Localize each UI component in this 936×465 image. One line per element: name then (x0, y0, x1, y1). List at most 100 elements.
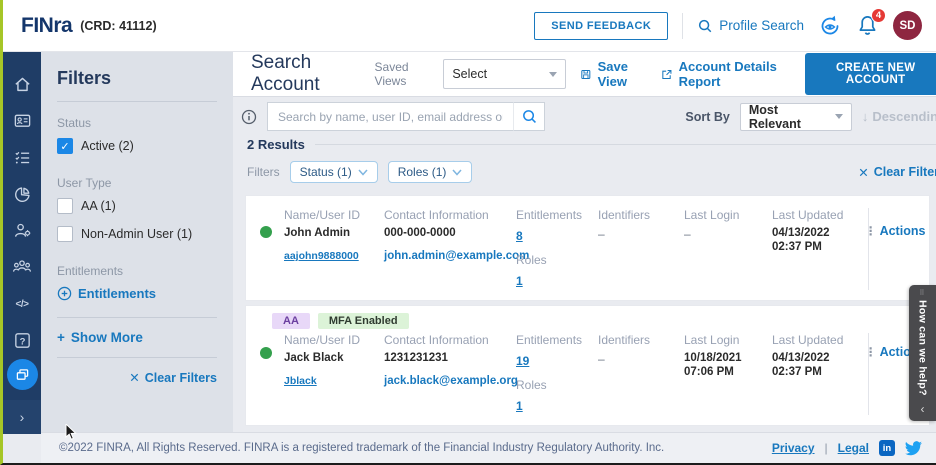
nav-home[interactable] (3, 66, 41, 103)
results-list: Name/User ID John Admin aajohn9888000 Co… (233, 193, 936, 426)
help-tab-label: How can we help? (917, 300, 929, 399)
profile-search-link[interactable]: Profile Search (697, 18, 804, 34)
show-more-link[interactable]: + Show More (57, 318, 217, 357)
status-active-checkbox-row[interactable]: ✓ Active (2) (57, 138, 217, 154)
entitlements-add-link[interactable]: Entitlements (57, 286, 217, 301)
last-updated-time: 02:37 PM (772, 241, 860, 253)
nav-user-admin[interactable] (3, 213, 41, 250)
expand-chevron-icon: › (20, 409, 25, 425)
home-icon (13, 75, 32, 94)
linkedin-icon[interactable]: in (879, 440, 895, 456)
user-gear-icon (13, 221, 32, 240)
user-type-aa-label: AA (1) (81, 199, 116, 213)
circle-plus-icon (57, 286, 72, 301)
help-tab[interactable]: ⠿ How can we help? ‹ (909, 285, 936, 421)
user-type-aa-checkbox-row[interactable]: AA (1) (57, 198, 217, 214)
user-type-filter-label: User Type (57, 176, 217, 190)
clear-filters-link[interactable]: ✕ Clear Filters (858, 165, 936, 180)
descending-toggle[interactable]: ↓ Descending (862, 109, 936, 124)
chevron-left-icon: ‹ (921, 402, 925, 416)
notification-badge: 4 (871, 8, 886, 23)
twitter-icon[interactable] (905, 441, 922, 456)
account-details-report-label: Account Details Report (679, 59, 792, 89)
chevron-down-icon (549, 72, 557, 77)
expand-rail-button[interactable]: › (3, 400, 41, 434)
sort-by-select[interactable]: Most Relevant (740, 103, 852, 131)
applied-filters-row: Filters Status (1) Roles (1) ✕ Clear Fil… (233, 152, 936, 193)
account-phone: 1231231231 (384, 352, 508, 364)
search-button[interactable] (513, 102, 545, 131)
filter-chip-roles[interactable]: Roles (1) (388, 161, 473, 183)
account-details-report-button[interactable]: Account Details Report (661, 59, 792, 89)
clear-filters-label: Clear Filters (874, 165, 936, 179)
nav-accounts[interactable] (3, 103, 41, 140)
user-id-link[interactable]: aajohn9888000 (284, 250, 359, 262)
search-row: Sort By Most Relevant ↓ Descending (233, 102, 936, 131)
page-header: Search Account Saved Views Select Save V… (233, 52, 936, 97)
results-count: 2 Results (247, 137, 305, 152)
entitlements-count-link[interactable]: 8 (516, 229, 523, 243)
user-type-nonadmin-label: Non-Admin User (1) (81, 227, 192, 241)
panel-clear-filters-link[interactable]: ✕ Clear Filters (57, 358, 217, 397)
column-header-entitlements: Entitlements (516, 333, 590, 347)
roles-count-link[interactable]: 1 (516, 399, 523, 413)
account-email-link[interactable]: john.admin@example.com (384, 250, 529, 262)
footer: ©2022 FINRA, All Rights Reserved. FINRA … (41, 432, 936, 463)
column-header-roles: Roles (516, 378, 590, 392)
account-row: AA MFA Enabled Name/User ID Jack Black J… (245, 305, 930, 426)
recently-viewed-button[interactable] (818, 14, 842, 38)
plus-icon: + (57, 330, 65, 345)
rail-bottom: › (3, 359, 41, 434)
external-link-icon (661, 67, 673, 82)
user-type-nonadmin-checkbox-row[interactable]: Non-Admin User (1) (57, 226, 217, 242)
divider (682, 13, 683, 39)
nav-groups[interactable] (3, 249, 41, 286)
search-input[interactable] (267, 102, 513, 131)
legal-link[interactable]: Legal (838, 441, 869, 455)
profile-search-label: Profile Search (719, 18, 804, 33)
divider (315, 144, 936, 145)
app-window: FINra (CRD: 41112) SEND FEEDBACK Profile… (0, 0, 936, 465)
divider (57, 101, 217, 102)
filter-chip-roles-label: Roles (1) (398, 165, 447, 179)
search-icon (521, 108, 538, 125)
active-apps-button[interactable] (7, 359, 38, 390)
entitlements-link-label: Entitlements (78, 286, 156, 301)
filters-label: Filters (247, 165, 280, 179)
filters-title: Filters (57, 68, 217, 89)
column-header-identifiers: Identifiers (598, 333, 676, 347)
send-feedback-button[interactable]: SEND FEEDBACK (534, 12, 668, 40)
entitlements-count-link[interactable]: 19 (516, 354, 529, 368)
filter-chip-status[interactable]: Status (1) (290, 161, 378, 183)
account-name: Jack Black (284, 352, 376, 364)
nav-tasks[interactable] (3, 139, 41, 176)
chevron-down-icon (452, 169, 462, 176)
user-id-link[interactable]: Jblack (284, 375, 317, 387)
checkbox-checked-icon[interactable]: ✓ (57, 138, 73, 154)
saved-views-label: Saved Views (375, 60, 430, 88)
account-name: John Admin (284, 227, 376, 239)
user-avatar[interactable]: SD (893, 11, 922, 40)
nav-reports[interactable] (3, 176, 41, 213)
checkbox-unchecked-icon[interactable] (57, 226, 73, 242)
chevron-down-icon (358, 169, 368, 176)
left-nav-rail: </> ? › (3, 52, 41, 434)
roles-count-link[interactable]: 1 (516, 274, 523, 288)
info-icon[interactable] (241, 109, 257, 125)
notifications-button[interactable]: 4 (856, 14, 879, 37)
identifiers-value: – (598, 227, 676, 241)
checkbox-unchecked-icon[interactable] (57, 198, 73, 214)
nav-help[interactable]: ? (3, 322, 41, 359)
chevron-down-icon (835, 114, 843, 119)
save-view-button[interactable]: Save View (580, 59, 647, 89)
column-header-last-login: Last Login (684, 208, 764, 222)
column-header-roles: Roles (516, 253, 590, 267)
row-actions-button[interactable]: ⋮ Actions (865, 224, 926, 290)
saved-views-select[interactable]: Select (443, 59, 566, 89)
privacy-link[interactable]: Privacy (772, 441, 815, 455)
nav-developer[interactable]: </> (3, 286, 41, 323)
create-new-account-button[interactable]: CREATE NEW ACCOUNT (805, 53, 936, 95)
crd-number: (CRD: 41112) (80, 19, 156, 33)
account-email-link[interactable]: jack.black@example.org (384, 375, 518, 387)
identifiers-value: – (598, 352, 676, 366)
